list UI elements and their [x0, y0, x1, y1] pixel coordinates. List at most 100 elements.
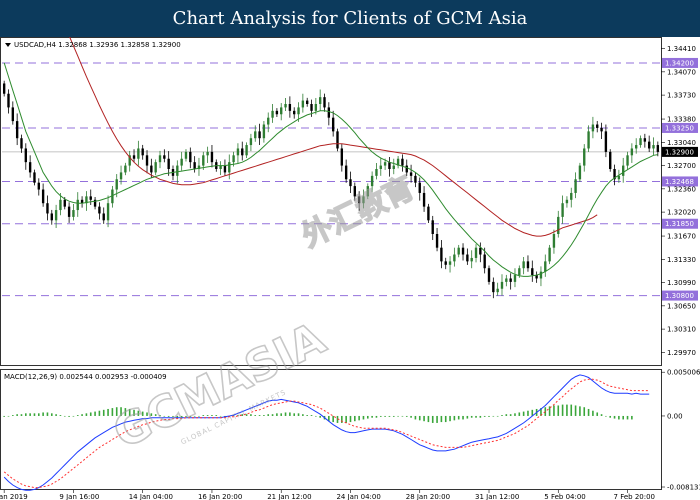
macd-bar	[557, 405, 560, 416]
candle-body	[487, 268, 491, 282]
candle-body	[444, 261, 447, 265]
macd-bar	[319, 415, 321, 418]
candle-body	[591, 124, 595, 132]
candle-body	[63, 199, 66, 207]
macd-bar	[16, 414, 18, 416]
current-price-label: 1.32900	[665, 148, 694, 156]
macd-bar	[250, 414, 252, 416]
macd-bar	[483, 415, 486, 417]
candle-body	[409, 172, 413, 176]
candle-body	[336, 131, 339, 149]
price-tick-label: 1.31330	[667, 256, 696, 264]
macd-bar	[561, 404, 564, 416]
candle-body	[626, 155, 629, 166]
candle-body	[280, 107, 283, 115]
time-tick-label: 14 Jan 04:00	[129, 493, 173, 500]
candle-body	[232, 155, 235, 163]
macd-bar	[284, 412, 287, 416]
macd-bar	[622, 415, 625, 420]
candle-body	[375, 169, 378, 176]
macd-bar	[72, 415, 75, 417]
candle-body	[647, 141, 651, 149]
candle-body	[470, 257, 473, 262]
candle-body	[531, 268, 534, 276]
candle-body	[431, 220, 434, 234]
macd-bar	[501, 415, 503, 416]
macd-bar	[375, 415, 378, 418]
candle-body	[639, 138, 642, 146]
time-tick-label: 31 Jan 12:00	[475, 493, 519, 500]
price-tick-label: 1.30650	[667, 302, 696, 310]
macd-bar	[553, 405, 555, 416]
candle-body	[583, 148, 586, 166]
candle-body	[656, 145, 660, 152]
price-tick-label: 1.33040	[667, 139, 696, 147]
candle-body	[392, 165, 395, 169]
macd-bar	[431, 415, 434, 423]
macd-bar	[258, 415, 261, 416]
candle-body	[483, 254, 486, 269]
macd-bar	[613, 415, 616, 419]
macd-bar	[401, 415, 404, 417]
candle-body	[565, 199, 569, 204]
price-tick-label: 1.29970	[667, 349, 696, 357]
macd-bar	[626, 415, 629, 420]
candle-body	[314, 104, 318, 111]
macd-bar	[354, 415, 356, 422]
macd-bar	[267, 414, 270, 416]
candle-body	[176, 165, 179, 176]
candle-body	[210, 151, 214, 163]
candle-body	[262, 124, 266, 139]
candle-body	[258, 131, 261, 139]
macd-bar	[276, 413, 278, 416]
candle-body	[67, 206, 71, 217]
time-tick-label: 7 Jan 2019	[0, 493, 28, 500]
price-tick-label: 1.30310	[667, 326, 696, 334]
macd-bar	[466, 415, 469, 419]
macd-bar	[462, 415, 464, 420]
candle-body	[59, 199, 62, 211]
macd-bar	[475, 415, 477, 418]
macd-bar	[579, 406, 581, 416]
candle-body	[284, 104, 287, 108]
candle-body	[600, 127, 603, 132]
price-tick-label: 1.31670	[667, 233, 696, 241]
macd-bar	[436, 415, 438, 423]
time-tick-label: 16 Jan 20:00	[198, 493, 242, 500]
candle-body	[46, 203, 49, 214]
macd-bar	[33, 413, 36, 416]
candle-body	[440, 247, 443, 262]
candle-body	[500, 281, 504, 289]
candle-body	[522, 261, 525, 269]
macd-bar	[94, 411, 96, 416]
candle-body	[37, 182, 40, 190]
candle-body	[33, 172, 36, 183]
macd-bar	[68, 415, 70, 417]
time-tick-label: 5 Feb 04:00	[544, 493, 585, 500]
chart-area: 1.34410 1.34070 1.33730 1.33380 1.33040 1.327…	[0, 37, 700, 500]
macd-bar	[492, 415, 495, 417]
candle-body	[306, 100, 309, 104]
macd-bar	[315, 415, 317, 417]
macd-bar	[392, 415, 395, 417]
macd-bar	[254, 415, 257, 416]
macd-bar	[453, 415, 456, 421]
symbol-header: USDCAD,H4 1.32868 1.32936 1.32858 1.3290…	[5, 41, 181, 49]
candle-body	[189, 151, 192, 163]
candle-body	[643, 138, 647, 142]
macd-bar	[574, 405, 577, 416]
candle-body	[557, 216, 560, 234]
candle-body	[89, 196, 92, 200]
price-tick-label: 1.34410	[667, 45, 696, 53]
candle-body	[587, 131, 590, 149]
candle-body	[578, 165, 582, 180]
candle-body	[492, 281, 495, 293]
macd-bar	[423, 415, 425, 422]
candle-body	[158, 155, 162, 163]
candle-body	[98, 206, 101, 214]
candle-body	[388, 162, 391, 169]
macd-bar	[271, 414, 274, 416]
macd-bar	[457, 415, 460, 420]
candle-body	[301, 100, 305, 108]
macd-tick-label: 0.005006	[667, 369, 700, 377]
